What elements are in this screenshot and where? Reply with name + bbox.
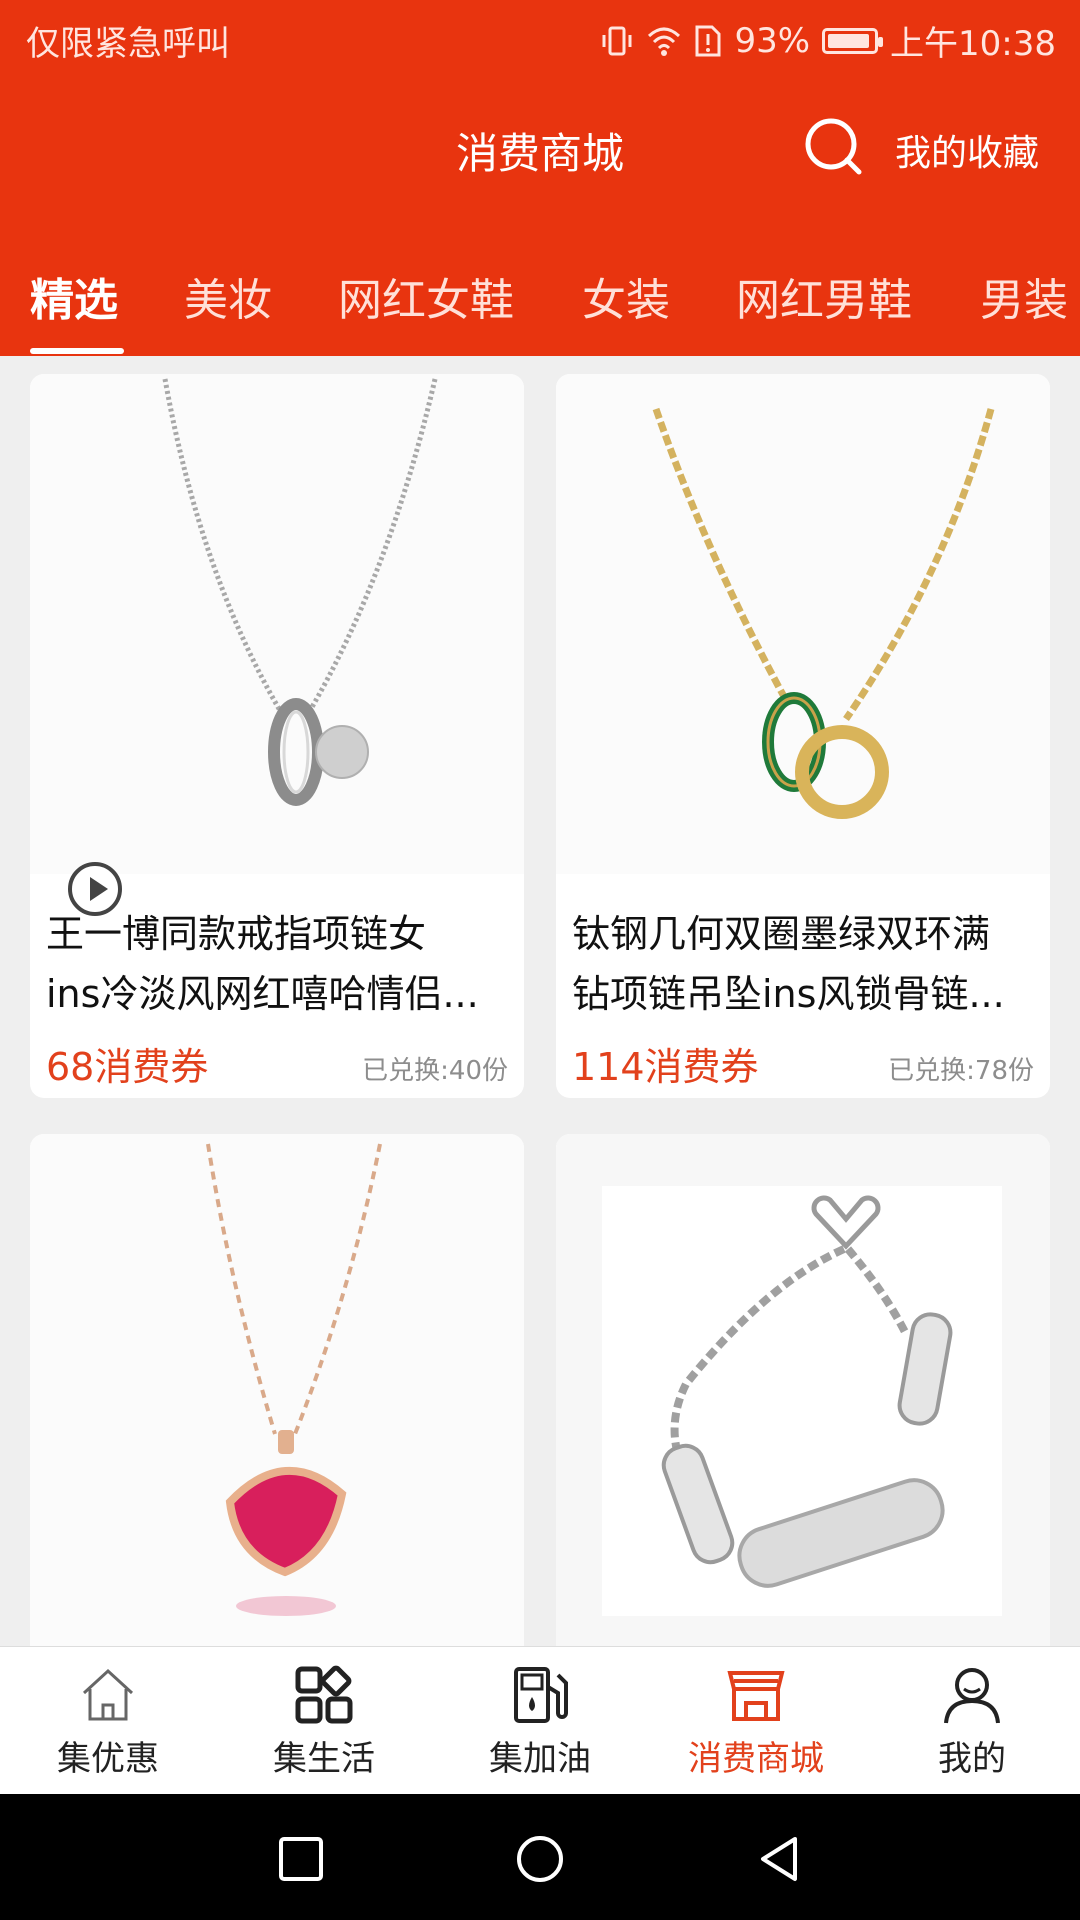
home-button-icon[interactable] <box>515 1834 565 1884</box>
status-icons: 93% 上午10:38 <box>600 16 1056 65</box>
header: 仅限紧急呼叫 93% 上午10:38 消费商城 我的收藏 精选 美妆 网红女鞋 … <box>0 0 1080 356</box>
product-price: 114消费券 <box>572 1045 759 1089</box>
nav-item-fuel[interactable]: 集加油 <box>432 1647 648 1795</box>
clock: 上午10:38 <box>890 24 1056 64</box>
carrier-text: 仅限紧急呼叫 <box>26 24 230 64</box>
product-card[interactable]: 钛钢几何双圈墨绿双环满 钻项链吊坠ins风锁骨链... 114消费券 已兑换:7… <box>556 374 1050 1098</box>
product-feed[interactable]: 王一博同款戒指项链女 ins冷淡风网红嘻哈情侣... 68消费券 已兑换:40份… <box>0 356 1080 1646</box>
nav-item-deals[interactable]: 集优惠 <box>0 1647 216 1795</box>
category-tabs: 精选 美妆 网红女鞋 女装 网红男鞋 男装 <box>0 256 1080 356</box>
title-bar: 消费商城 我的收藏 <box>0 96 1080 196</box>
battery-icon <box>822 27 884 54</box>
product-sold-count: 已兑换:40份 <box>362 1056 508 1086</box>
nav-label: 我的 <box>938 1739 1006 1779</box>
app-screen: 仅限紧急呼叫 93% 上午10:38 消费商城 我的收藏 精选 美妆 网红女鞋 … <box>0 0 1080 1920</box>
back-icon[interactable] <box>755 1834 805 1884</box>
store-icon <box>727 1671 785 1721</box>
nav-item-life[interactable]: 集生活 <box>216 1647 432 1795</box>
product-title-line2: 钻项链吊坠ins风锁骨链... <box>572 972 1005 1016</box>
search-icon[interactable] <box>803 116 865 178</box>
product-image-rose-gold-red-gem-necklace[interactable] <box>30 1134 524 1646</box>
vibrate-icon <box>602 26 632 55</box>
tab-featured[interactable]: 精选 <box>30 264 118 328</box>
product-title[interactable]: 钛钢几何双圈墨绿双环满 钻项链吊坠ins风锁骨链... <box>572 904 1034 1024</box>
nav-label: 集生活 <box>273 1739 375 1779</box>
product-card[interactable]: 王一博同款戒指项链女 ins冷淡风网红嘻哈情侣... 68消费券 已兑换:40份 <box>30 374 524 1098</box>
product-price: 68消费券 <box>46 1045 209 1089</box>
home-icon <box>82 1668 134 1721</box>
product-image-silver-ring-necklace[interactable] <box>30 374 524 874</box>
product-title-line2: ins冷淡风网红嘻哈情侣... <box>46 972 479 1016</box>
my-favorites-link[interactable]: 我的收藏 <box>895 124 1039 176</box>
product-title[interactable]: 王一博同款戒指项链女 ins冷淡风网红嘻哈情侣... <box>46 904 508 1024</box>
recent-apps-icon[interactable] <box>276 1834 326 1884</box>
system-nav-bar <box>0 1794 1080 1920</box>
tab-mens-clothing[interactable]: 男装 <box>980 264 1068 328</box>
bottom-nav: 集优惠 集生活 集加油 消费商城 我的 <box>0 1646 1080 1794</box>
product-title-line1: 钛钢几何双圈墨绿双环满 <box>572 912 991 956</box>
user-icon <box>944 1668 1000 1724</box>
tab-beauty[interactable]: 美妆 <box>184 264 272 328</box>
product-card[interactable] <box>30 1134 524 1646</box>
status-bar: 仅限紧急呼叫 93% 上午10:38 <box>0 0 1080 76</box>
nav-label: 集优惠 <box>57 1739 159 1779</box>
wifi-icon <box>648 27 681 56</box>
tab-womens-clothing[interactable]: 女装 <box>582 264 670 328</box>
nav-label: 集加油 <box>489 1739 591 1779</box>
product-title-line1: 王一博同款戒指项链女 <box>46 912 427 956</box>
fuel-pump-icon <box>514 1667 568 1723</box>
battery-level <box>828 33 870 48</box>
tab-womens-shoes[interactable]: 网红女鞋 <box>338 264 514 328</box>
nav-item-profile[interactable]: 我的 <box>864 1647 1080 1795</box>
battery-percent: 93% <box>734 20 811 61</box>
product-image-silver-paris-bracelet[interactable] <box>556 1134 1050 1646</box>
active-tab-indicator <box>30 348 124 354</box>
product-card[interactable] <box>556 1134 1050 1646</box>
product-image-gold-double-ring-necklace[interactable] <box>556 374 1050 874</box>
tab-mens-shoes[interactable]: 网红男鞋 <box>736 264 912 328</box>
sim-alert-icon <box>695 25 721 56</box>
nav-label: 消费商城 <box>688 1739 824 1779</box>
nav-item-mall[interactable]: 消费商城 <box>648 1647 864 1795</box>
apps-grid-icon <box>295 1665 353 1724</box>
product-sold-count: 已兑换:78份 <box>888 1056 1034 1086</box>
